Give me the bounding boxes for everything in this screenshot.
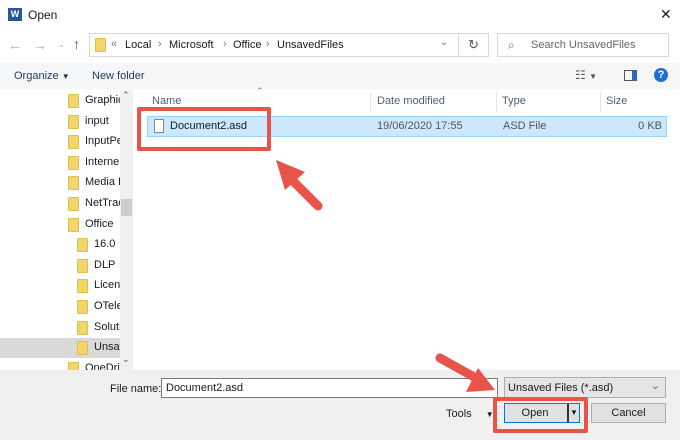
arrow-icon	[276, 160, 323, 211]
annotation-arrows	[276, 160, 495, 392]
arrow-icon	[435, 353, 495, 392]
